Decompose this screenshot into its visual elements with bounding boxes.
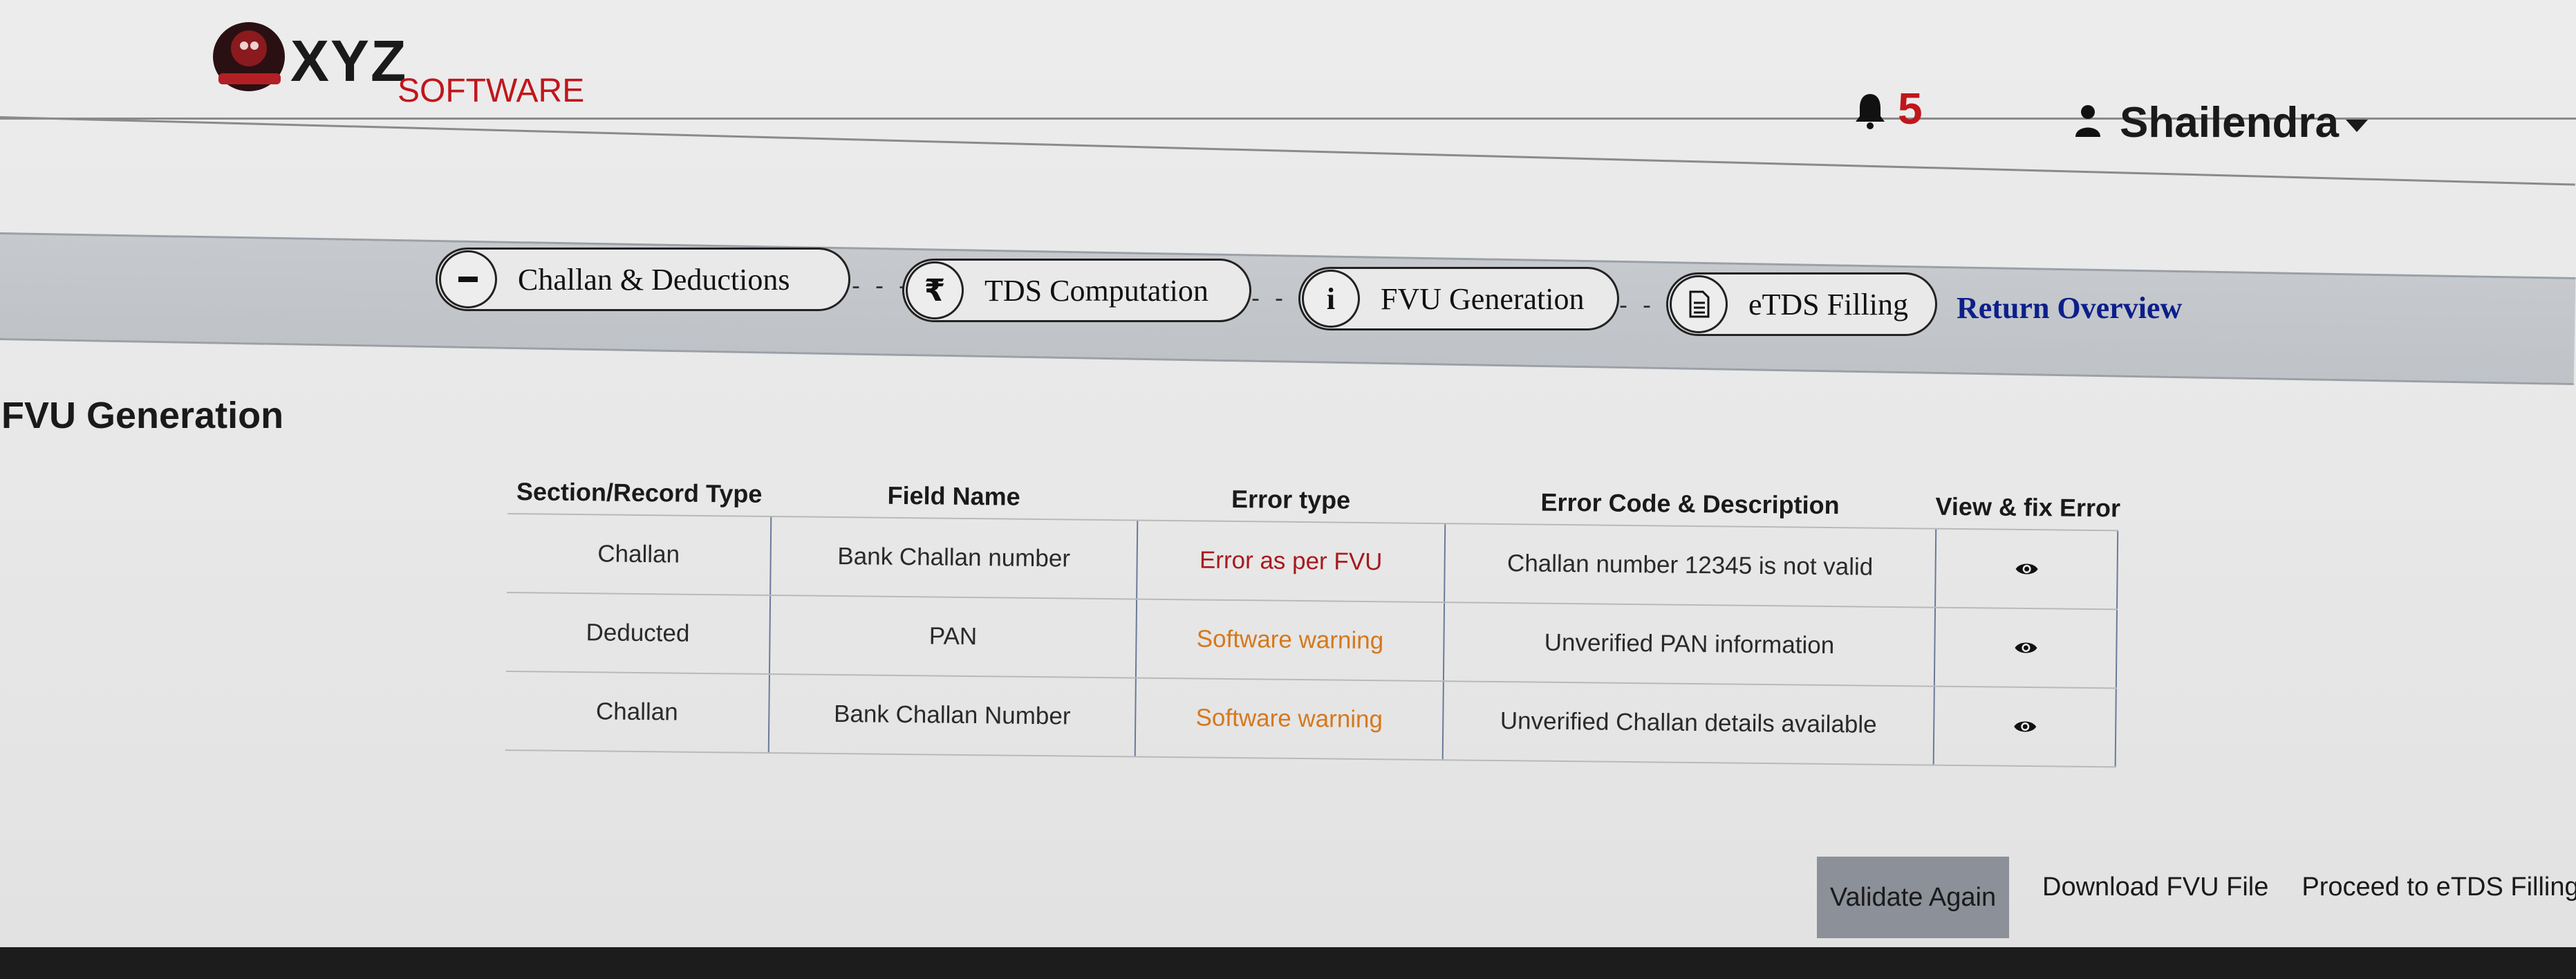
step-challan-deductions[interactable]: Challan & Deductions: [436, 248, 850, 311]
cell-description: Unverified PAN information: [1442, 603, 1935, 686]
user-name-label: Shailendra: [2120, 99, 2339, 147]
app-screen: XYZ SOFTWARE 5 Shailendra Challan & Dedu…: [0, 0, 2576, 947]
user-menu[interactable]: Shailendra: [2120, 98, 2368, 147]
cell-view-fix: [1934, 529, 2119, 609]
logo-icon: [213, 22, 285, 91]
cell-section: Challan: [595, 698, 678, 726]
column-header-section: Section/Record Type: [516, 477, 763, 508]
table-row: Challan Bank Challan Number Software war…: [505, 670, 2117, 768]
column-header-field: Field Name: [887, 481, 1020, 511]
column-header-error-type: Error type: [1231, 484, 1351, 514]
cell-description: Unverified Challan details available: [1441, 682, 1934, 765]
cell-error-type: Software warning: [1135, 599, 1444, 681]
cell-field: PAN: [768, 595, 1137, 678]
document-icon: [1670, 275, 1728, 333]
table-row: Challan Bank Challan number Error as per…: [507, 512, 2119, 609]
step-fvu-generation[interactable]: i FVU Generation: [1298, 267, 1619, 330]
brand-name: XYZ: [290, 28, 408, 93]
return-overview-link[interactable]: Return Overview: [1957, 290, 2182, 326]
download-fvu-button[interactable]: Download FVU File: [2042, 873, 2268, 902]
errors-table: Section/Record Type Field Name Error typ…: [505, 470, 2121, 768]
cell-section: Challan: [597, 540, 680, 568]
step-label: TDS Computation: [984, 273, 1208, 308]
header: XYZ SOFTWARE 5 Shailendra: [0, 0, 2576, 147]
eye-icon[interactable]: [2014, 561, 2039, 577]
rupee-icon: ₹: [906, 261, 964, 319]
cell-section: Deducted: [586, 619, 690, 647]
proceed-etds-button[interactable]: Proceed to eTDS Filling: [2302, 873, 2576, 902]
eye-icon[interactable]: [2013, 640, 2038, 656]
validate-again-button[interactable]: Validate Again: [1817, 857, 2009, 938]
step-tds-computation[interactable]: ₹ TDS Computation: [902, 259, 1251, 322]
step-label: FVU Generation: [1381, 281, 1585, 316]
notification-count[interactable]: 5: [1898, 83, 1923, 134]
step-label: Challan & Deductions: [518, 262, 790, 297]
brand-subtitle: SOFTWARE: [398, 73, 585, 109]
cell-description: Challan number 12345 is not valid: [1444, 524, 1936, 607]
chevron-down-icon: [2346, 119, 2368, 132]
cell-view-fix: [1932, 687, 2117, 767]
column-header-description: Error Code & Description: [1540, 487, 1840, 520]
cell-field: Bank Challan Number: [767, 674, 1135, 756]
minus-icon: [439, 250, 497, 308]
cell-error-type: Error as per FVU: [1136, 521, 1445, 602]
bell-icon[interactable]: [1853, 91, 1887, 130]
info-icon: i: [1302, 270, 1360, 328]
column-header-view-fix: View & fix Error: [1935, 492, 2121, 523]
step-etds-filling[interactable]: eTDS Filling: [1666, 272, 1937, 336]
cell-error-type: Software warning: [1134, 678, 1443, 760]
eye-icon[interactable]: [2013, 718, 2037, 735]
user-icon: [2075, 105, 2100, 137]
cell-field: Bank Challan number: [769, 516, 1137, 599]
step-label: eTDS Filling: [1748, 287, 1909, 321]
action-bar: Validate Again Download FVU File Proceed…: [1817, 856, 2576, 939]
cell-view-fix: [1933, 608, 2118, 688]
page-title: FVU Generation: [1, 395, 284, 436]
